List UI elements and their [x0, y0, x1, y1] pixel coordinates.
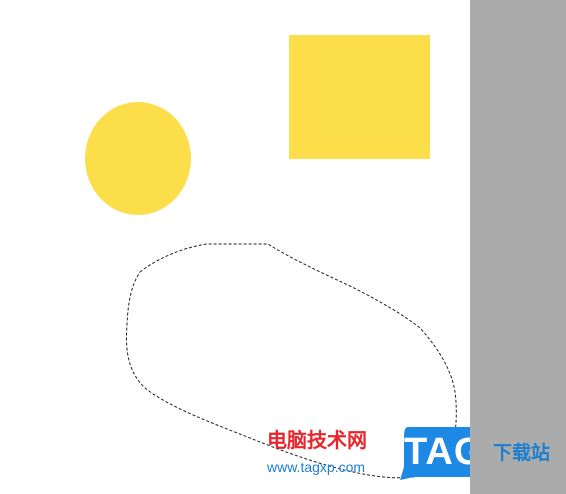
- watermark-site-name: 电脑技术网: [267, 428, 367, 452]
- watermark-download-label: 下载站: [493, 442, 551, 464]
- document-canvas[interactable]: 电脑技术网 www.tagxp.com TAG: [0, 0, 488, 494]
- yellow-rectangle-shape[interactable]: [289, 35, 430, 159]
- pasteboard-area: [470, 0, 566, 494]
- watermark-url: www.tagxp.com: [267, 459, 366, 475]
- editor-stage: 电脑技术网 www.tagxp.com TAG 下载站: [0, 0, 566, 494]
- yellow-ellipse-shape[interactable]: [85, 102, 191, 215]
